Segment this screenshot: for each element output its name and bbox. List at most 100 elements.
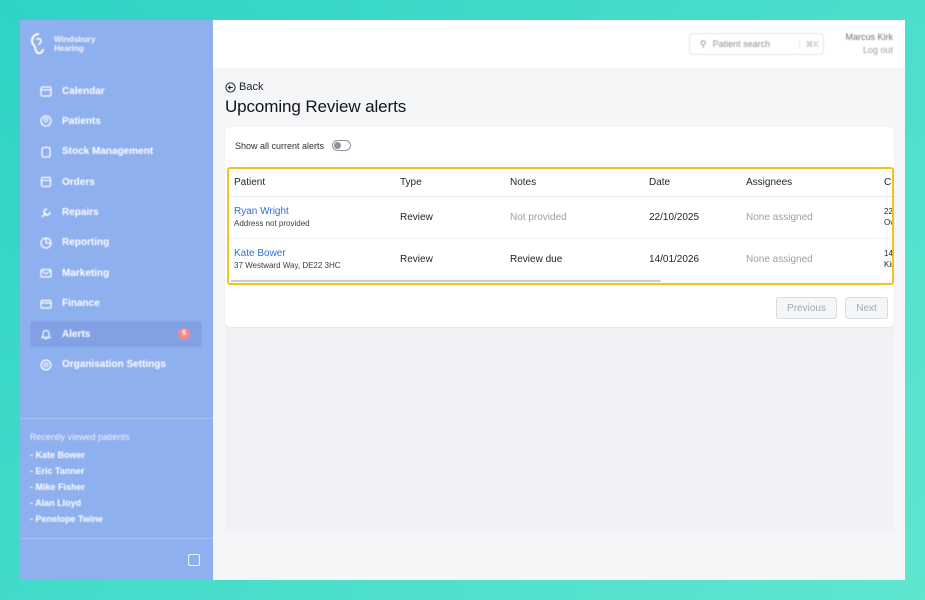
sidebar-item-calendar[interactable]: Calendar [30, 78, 202, 104]
recent-patients-title: Recently viewed patients [30, 432, 130, 442]
recent-patient-link[interactable]: - Alan Lloyd [30, 498, 130, 514]
sidebar-nav: Calendar Patients Stock Management Order… [30, 78, 202, 382]
collapse-sidebar-icon[interactable] [188, 554, 200, 566]
alerts-count-badge: 5 [178, 328, 190, 341]
sidebar: Windsbury Hearing Calendar Patients Stoc… [20, 20, 213, 580]
wrench-icon [41, 207, 51, 218]
created-line-1: 14 [884, 249, 893, 259]
column-header-patient[interactable]: Patient [229, 169, 395, 197]
patient-search-input[interactable]: ⚲ Patient search ⌘K [689, 33, 824, 55]
recent-patient-link[interactable]: - Eric Tanner [30, 466, 130, 482]
sidebar-item-label: Finance [62, 298, 100, 310]
app-window: Windsbury Hearing Calendar Patients Stoc… [20, 20, 905, 580]
chart-icon [40, 237, 52, 249]
date-cell: 22/10/2025 [644, 196, 741, 239]
orders-icon [40, 177, 52, 188]
back-arrow-icon [225, 81, 236, 93]
previous-page-button[interactable]: Previous [776, 297, 837, 319]
next-page-button[interactable]: Next [845, 297, 888, 319]
sidebar-item-label: Stock Management [62, 146, 154, 158]
empty-panel [225, 327, 894, 532]
column-header-date[interactable]: Date [644, 169, 741, 197]
mail-icon [40, 269, 52, 278]
search-placeholder: Patient search [712, 39, 771, 49]
sidebar-item-patients[interactable]: Patients [30, 108, 202, 134]
sidebar-item-reporting[interactable]: Reporting [30, 230, 202, 256]
back-link[interactable]: Back [225, 81, 263, 93]
brand-line-2: Hearing [54, 44, 84, 53]
page-title: Upcoming Review alerts [225, 97, 407, 116]
type-cell: Review [395, 196, 505, 239]
sidebar-divider [20, 418, 213, 419]
recent-patient-link[interactable]: - Penelope Twine [30, 514, 130, 530]
recent-patient-link[interactable]: - Kate Bower [30, 450, 130, 466]
recent-patients: Recently viewed patients - Kate Bower - … [30, 432, 130, 530]
sidebar-item-marketing[interactable]: Marketing [30, 260, 202, 286]
brand-logo[interactable]: Windsbury Hearing [30, 32, 95, 56]
recent-patient-link[interactable]: - Mike Fisher [30, 482, 130, 498]
sidebar-item-organisation-settings[interactable]: Organisation Settings [30, 352, 202, 378]
sidebar-item-label: Orders [62, 176, 95, 188]
sidebar-item-finance[interactable]: Finance [30, 291, 202, 317]
table-row[interactable]: Ryan Wright Address not provided Review … [229, 196, 894, 239]
sidebar-item-orders[interactable]: Orders [30, 169, 202, 195]
pagination: Previous Next [776, 297, 888, 319]
toggle-knob [334, 142, 342, 149]
table-row[interactable]: Kate Bower 37 Westward Way, DE22 3HC Rev… [229, 238, 894, 280]
patient-cell: Ryan Wright Address not provided [229, 196, 395, 239]
gear-icon [40, 359, 52, 370]
back-label: Back [239, 81, 264, 93]
created-line-2: Kir [884, 260, 894, 270]
alerts-table: Patient Type Notes Date Assignees Cr Rya… [229, 169, 894, 280]
user-name: Marcus Kirk [845, 32, 893, 42]
sidebar-divider [20, 538, 213, 539]
card-icon [40, 299, 52, 309]
created-cell: 22 Ov [879, 196, 894, 239]
column-header-assignees[interactable]: Assignees [741, 169, 879, 197]
sidebar-item-stock-management[interactable]: Stock Management [30, 139, 202, 165]
patient-address: 37 Westward Way, DE22 3HC [234, 261, 341, 271]
patient-cell: Kate Bower 37 Westward Way, DE22 3HC [229, 238, 395, 280]
created-line-2: Ov [884, 218, 894, 227]
sidebar-item-label: Reporting [62, 237, 110, 249]
search-shortcut: ⌘K [798, 39, 819, 49]
patient-name-link[interactable]: Kate Bower [234, 248, 395, 259]
calendar-icon [40, 86, 52, 97]
show-all-alerts-row: Show all current alerts [235, 140, 352, 151]
sidebar-item-alerts[interactable]: Alerts 5 [30, 321, 202, 348]
main-content: Back Upcoming Review alerts Show all cur… [213, 68, 905, 580]
top-bar: ⚲ Patient search ⌘K Marcus Kirk Log out [213, 20, 905, 68]
horizontal-scrollbar[interactable] [231, 280, 661, 282]
sidebar-item-repairs[interactable]: Repairs [30, 200, 202, 226]
logout-link[interactable]: Log out [845, 45, 893, 55]
date-cell: 14/01/2026 [649, 253, 700, 265]
column-header-created[interactable]: Cr [879, 169, 892, 197]
sidebar-item-label: Patients [62, 115, 101, 127]
user-menu: Marcus Kirk Log out [845, 32, 893, 55]
brand-name: Windsbury Hearing [54, 35, 95, 53]
alerts-card: Show all current alerts Patient Type Not… [225, 127, 894, 327]
created-cell: 14 Kir [879, 238, 894, 280]
sidebar-item-label: Repairs [62, 207, 99, 219]
notes-cell: Not provided [505, 196, 644, 239]
patient-address: Address not provided [234, 219, 310, 228]
bell-icon [40, 330, 52, 340]
table-header-row: Patient Type Notes Date Assignees Cr [229, 169, 892, 197]
stock-icon [41, 146, 51, 158]
sidebar-item-label: Organisation Settings [62, 359, 166, 371]
alerts-table-container: Patient Type Notes Date Assignees Cr Rya… [227, 167, 894, 285]
search-icon: ⚲ [700, 38, 707, 49]
brand-line-1: Windsbury [54, 35, 96, 44]
assignees-cell[interactable]: None assigned [741, 238, 879, 280]
patient-name-link[interactable]: Ryan Wright [234, 206, 395, 217]
sidebar-item-label: Alerts [62, 328, 91, 340]
column-header-notes[interactable]: Notes [505, 169, 644, 197]
column-header-type[interactable]: Type [395, 169, 505, 197]
sidebar-item-label: Marketing [62, 267, 110, 279]
sidebar-item-label: Calendar [62, 85, 105, 97]
show-all-alerts-label: Show all current alerts [235, 140, 325, 151]
ear-logo-icon [30, 33, 44, 55]
show-all-alerts-toggle[interactable] [332, 140, 352, 151]
assignees-cell[interactable]: None assigned [741, 196, 879, 239]
patients-icon [40, 115, 52, 128]
